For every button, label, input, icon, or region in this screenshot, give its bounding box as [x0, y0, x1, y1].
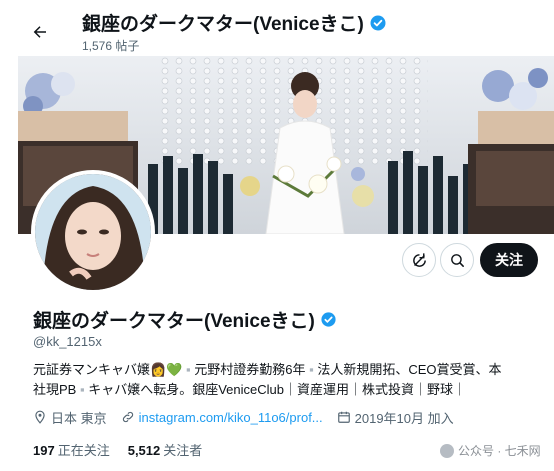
green-heart-icon: 💚	[166, 362, 183, 377]
location-icon	[35, 410, 45, 424]
follow-button[interactable]: 关注	[480, 243, 538, 277]
subscribe-icon	[412, 252, 426, 267]
follow-stats: 197 正在关注 5,512 关注者	[33, 440, 202, 459]
location-text: 日本 東京	[51, 410, 107, 426]
calendar-icon	[337, 411, 350, 423]
joined-item: 2019年10月 加入	[337, 408, 454, 427]
bio-line1-part3: 法人新規開拓、CEO賞受賞、本	[317, 362, 502, 377]
link-icon	[122, 411, 133, 423]
profile-name: 銀座のダークマター(Veniceきこ)	[33, 311, 315, 332]
joined-text: 2019年10月 加入	[354, 410, 454, 426]
profile-name-row: 銀座のダークマター(Veniceきこ)	[33, 306, 337, 333]
back-button[interactable]	[26, 18, 54, 46]
location-item: 日本 東京	[33, 408, 107, 427]
watermark-text: 公众号 · 七禾网	[458, 444, 541, 458]
search-profile-button[interactable]	[440, 243, 474, 277]
bio-separator-dot: ▪	[186, 362, 191, 377]
top-bar: 銀座のダークマター(Veniceきこ) 1,576 帖子	[0, 0, 554, 56]
followers-label: 关注者	[163, 443, 203, 458]
profile-avatar[interactable]	[31, 170, 155, 294]
avatar-photo	[35, 174, 151, 290]
watermark: 公众号 · 七禾网	[440, 442, 541, 459]
header-title: 銀座のダークマター(Veniceきこ)	[82, 14, 364, 35]
profile-handle: @kk_1215x	[33, 334, 102, 349]
back-arrow-icon	[33, 26, 46, 38]
bio-line2-part1: 社現PB	[33, 382, 77, 397]
following-stat[interactable]: 197 正在关注	[33, 440, 110, 459]
subscribe-button[interactable]	[402, 243, 436, 277]
post-count: 1,576 帖子	[82, 39, 140, 53]
search-icon	[450, 253, 464, 267]
profile-bio: 元証券マンキャバ嬢👩💚 ▪ 元野村證券勤務6年 ▪ 法人新規開拓、CEO賞受賞、…	[33, 360, 543, 400]
verified-badge-icon	[370, 15, 386, 30]
bio-line1-part2: 元野村證券勤務6年	[194, 362, 306, 377]
followers-count: 5,512	[127, 443, 161, 458]
bio-line1-part1: 元証券マンキャバ嬢	[33, 362, 151, 377]
verified-badge-icon	[321, 312, 336, 327]
header-title-row: 銀座のダークマター(Veniceきこ)	[82, 9, 387, 36]
bio-separator-dot: ▪	[79, 382, 85, 397]
wechat-icon	[440, 443, 454, 458]
profile-meta: 日本 東京 instagram.com/kiko_11o6/prof... 20…	[33, 408, 548, 426]
link-item: instagram.com/kiko_11o6/prof...	[121, 410, 323, 425]
following-count: 197	[33, 443, 55, 458]
bio-line2-part2: キャバ嬢へ転身。銀座VeniceClub｜資産運用｜株式投資｜野球｜	[88, 382, 466, 397]
bio-separator-dot: ▪	[309, 362, 314, 377]
followers-stat[interactable]: 5,512 关注者	[128, 440, 203, 459]
profile-link[interactable]: instagram.com/kiko_11o6/prof...	[139, 410, 323, 425]
following-label: 正在关注	[57, 443, 110, 458]
person-emoji-icon: 👩	[150, 362, 167, 377]
